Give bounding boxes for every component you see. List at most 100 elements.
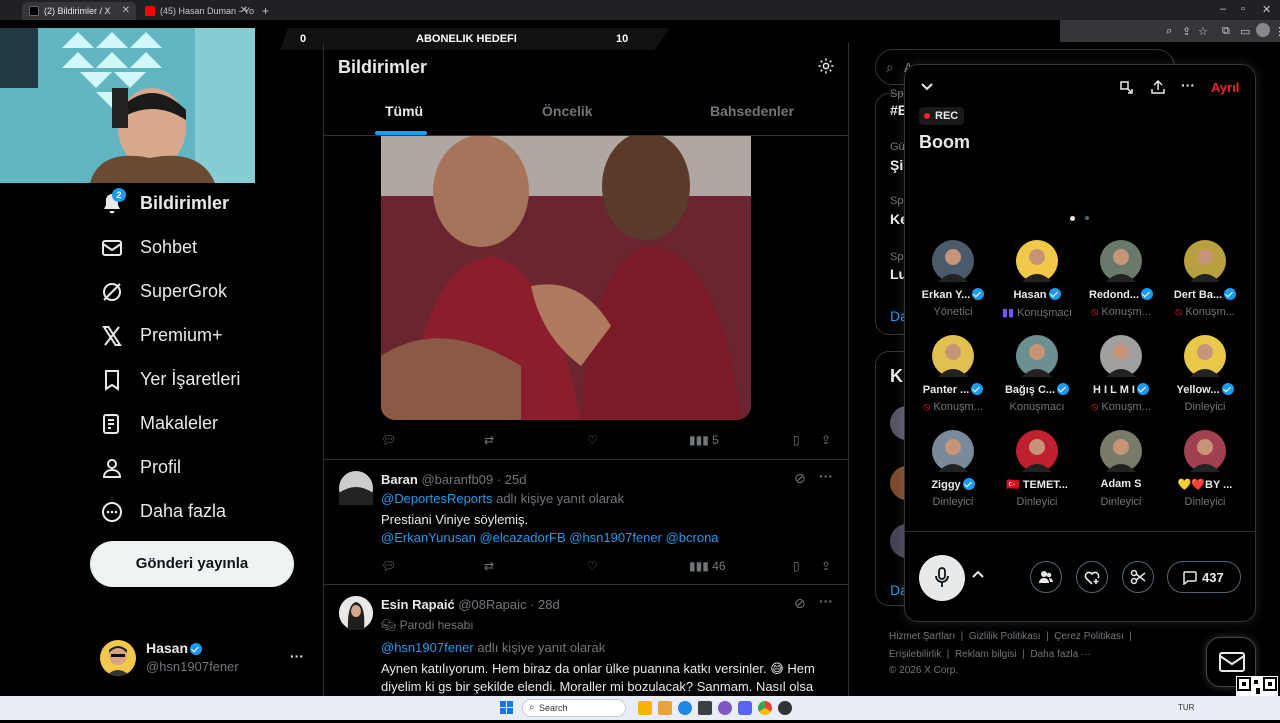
footer-link[interactable]: Daha fazla ··· — [1030, 649, 1091, 660]
participant-role: ⦸ Konuşm... — [923, 401, 983, 413]
participant[interactable]: Hasan ▮▮ Konuşmacı — [995, 240, 1079, 330]
profile-avatar[interactable] — [1256, 23, 1270, 37]
participant[interactable]: Redond... ⦸ Konuşm... — [1079, 240, 1163, 330]
folder-icon[interactable] — [658, 701, 672, 715]
footer-link[interactable]: Gizlilik Politikası — [969, 631, 1041, 642]
minimize-space-icon[interactable] — [1118, 79, 1134, 100]
tab-all[interactable]: Tümü — [385, 103, 423, 119]
footer-link[interactable]: Reklam bilgisi — [955, 649, 1017, 660]
nav-label: Sohbet — [140, 237, 198, 257]
tweet[interactable]: Esin Rapaić @08Rapaic · 28d ⊘ ··· 🎭︎ Par… — [324, 585, 848, 696]
participant[interactable]: Erkan Y... Yönetici — [911, 240, 995, 330]
share-icon[interactable]: ⇪ — [821, 559, 831, 573]
more-icon[interactable]: ··· — [819, 468, 833, 484]
grok-icon[interactable]: ⊘ — [794, 470, 806, 487]
verified-icon — [971, 383, 984, 395]
bookmark-icon[interactable]: ▯ — [793, 433, 800, 447]
minimize-icon[interactable]: – — [1220, 3, 1226, 15]
edge-icon[interactable] — [678, 701, 692, 715]
like-icon[interactable]: ♡ — [587, 433, 598, 447]
post-button[interactable]: Gönderi yayınla — [90, 541, 294, 587]
discord-icon[interactable] — [718, 701, 732, 715]
close-icon[interactable]: ✕ — [240, 5, 248, 16]
participant-name: H I L M I — [1079, 383, 1163, 396]
store-icon[interactable] — [698, 701, 712, 715]
author-handle[interactable]: @08Rapaic — [458, 597, 526, 612]
author-name[interactable]: Esin Rapaić — [381, 597, 455, 612]
share-icon[interactable]: ⇪ — [821, 433, 831, 447]
menu-icon[interactable]: ⋮ — [1274, 25, 1280, 38]
participant-name: Panter ... — [911, 383, 995, 396]
extensions-icon[interactable]: ⧉ — [1222, 25, 1230, 38]
language-indicator[interactable]: TUR — [1178, 703, 1194, 712]
chevron-up-icon[interactable] — [971, 568, 985, 587]
taskbar-search[interactable]: ⌕ Search — [522, 699, 626, 717]
page-dot[interactable] — [1070, 216, 1075, 221]
author-name[interactable]: Baran — [381, 472, 418, 487]
tweet-media-image[interactable] — [381, 136, 751, 420]
tab-mentions[interactable]: Bahsedenler — [710, 103, 794, 119]
mention-link[interactable]: @hsn1907fener — [381, 640, 474, 655]
file-explorer-icon[interactable] — [638, 701, 652, 715]
tweet[interactable]: Baran @baranfb09 · 25d ⊘ ··· @DeportesRe… — [324, 460, 848, 584]
sidebar-icon[interactable]: ▭ — [1240, 25, 1250, 38]
close-icon[interactable]: ✕ — [122, 5, 130, 16]
participant[interactable]: Dert Ba... ⦸ Konuşm... — [1163, 240, 1247, 330]
participant[interactable]: Adam S Dinleyici — [1079, 430, 1163, 520]
footer-link[interactable]: Erişilebilirlik — [889, 649, 941, 660]
reply-icon[interactable]: 💬︎ — [381, 433, 396, 447]
participants-button[interactable] — [1030, 561, 1062, 593]
tweet-time[interactable]: · 25d — [497, 472, 527, 487]
more-icon[interactable]: ··· — [819, 593, 833, 609]
author-handle[interactable]: @baranfb09 — [421, 472, 493, 487]
retweet-icon[interactable]: ⇄ — [484, 433, 494, 447]
grok-icon[interactable]: ⊘ — [794, 595, 806, 612]
chrome-icon[interactable] — [758, 701, 772, 715]
browser-tab-x[interactable]: (2) Bildirimler / X ✕ — [22, 2, 136, 20]
account-more-icon[interactable]: ··· — [290, 648, 304, 664]
leave-button[interactable]: Ayrıl — [1211, 80, 1239, 95]
participant[interactable]: Ziggy Dinleyici — [911, 430, 995, 520]
new-tab-button[interactable]: + — [256, 0, 276, 18]
participant-name: Erkan Y... — [911, 288, 995, 301]
account-switcher[interactable]: Hasan @hsn1907fener ··· — [92, 634, 312, 680]
retweet-icon[interactable]: ⇄ — [484, 559, 494, 573]
zoom-icon[interactable]: ⌕ — [1166, 25, 1172, 38]
app-icon[interactable] — [738, 701, 752, 715]
share-icon[interactable] — [1150, 79, 1166, 100]
participant[interactable]: Panter ... ⦸ Konuşm... — [911, 335, 995, 425]
collapse-chevron-icon[interactable] — [919, 79, 935, 98]
settings-gear-icon[interactable] — [817, 57, 835, 75]
more-icon[interactable]: ··· — [1181, 77, 1195, 93]
tab-priority[interactable]: Öncelik — [542, 103, 593, 119]
account-handle: @hsn1907fener — [146, 659, 239, 674]
page-dot[interactable] — [1085, 216, 1089, 220]
participant[interactable]: 💛❤️BY ... Dinleyici — [1163, 430, 1247, 520]
maximize-icon[interactable]: ▫ — [1241, 3, 1245, 15]
participant[interactable]: Bağış C... Konuşmacı — [995, 335, 1079, 425]
mention-link[interactable]: @DeportesReports — [381, 491, 492, 506]
participant[interactable]: H I L M I ⦸ Konuşm... — [1079, 335, 1163, 425]
bookmark-star-icon[interactable]: ☆ — [1198, 25, 1208, 38]
search-icon: ⌕ — [886, 59, 894, 75]
reply-icon[interactable]: 💬︎ — [381, 559, 396, 573]
comments-button[interactable]: 437 — [1167, 561, 1241, 593]
close-window-icon[interactable]: ✕ — [1262, 3, 1271, 16]
share-icon[interactable]: ⇪ — [1182, 25, 1191, 38]
footer-link[interactable]: Çerez Politikası — [1054, 631, 1123, 642]
app-icon[interactable] — [778, 701, 792, 715]
windows-start-icon[interactable] — [500, 701, 514, 715]
tweet-time[interactable]: · 28d — [530, 597, 560, 612]
clip-button[interactable] — [1122, 561, 1154, 593]
bookmark-icon[interactable]: ▯ — [793, 559, 800, 573]
browser-tab-youtube[interactable]: (45) Hasan Duman - YouTube ✕ — [138, 2, 254, 20]
like-icon[interactable]: ♡ — [587, 559, 598, 573]
microphone-button[interactable] — [919, 555, 965, 601]
tweet-mentions[interactable]: @ErkanYurusan @elcazadorFB @hsn1907fener… — [381, 530, 719, 545]
views-icon[interactable]: ▮▮▮ 5 — [689, 433, 719, 447]
footer-link[interactable]: Hizmet Şartları — [889, 631, 955, 642]
participant[interactable]: Yellow... Dinleyici — [1163, 335, 1247, 425]
participant[interactable]: 🇹🇷 TEMET... Dinleyici — [995, 430, 1079, 520]
reaction-button[interactable] — [1076, 561, 1108, 593]
views-icon[interactable]: ▮▮▮ 46 — [689, 559, 726, 573]
